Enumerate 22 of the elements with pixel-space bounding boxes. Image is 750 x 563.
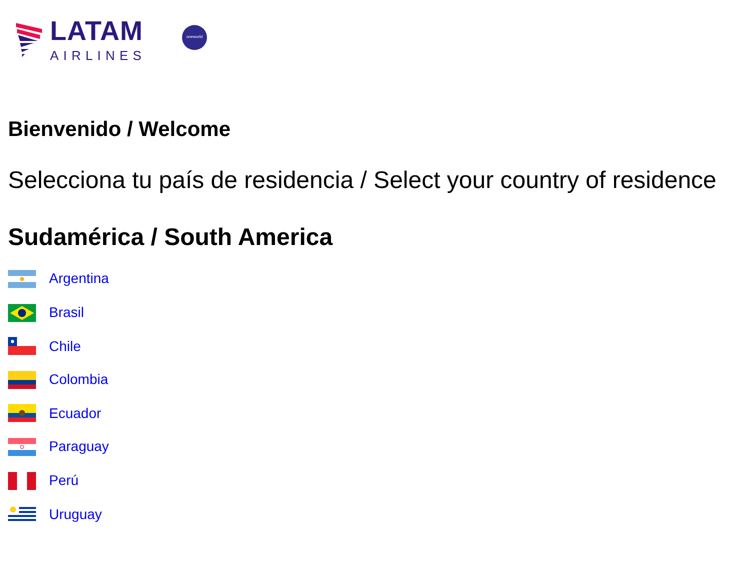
flag-icon (8, 438, 36, 456)
logo-icon (16, 23, 42, 57)
instruction-text: Selecciona tu país de residencia / Select your country of residence (8, 166, 718, 196)
flag-icon (8, 472, 36, 490)
flag-icon (8, 337, 36, 356)
country-link[interactable]: Ecuador (49, 402, 102, 424)
country-link[interactable]: Perú (49, 470, 79, 492)
country-link[interactable]: Chile (49, 336, 81, 357)
country-link[interactable]: Brasil (49, 302, 84, 324)
country-link[interactable]: Colombia (49, 369, 108, 390)
welcome-heading: Bienvenido / Welcome (8, 117, 232, 142)
flag-icon (8, 304, 36, 322)
region-heading: Sudamérica / South America (8, 224, 334, 253)
flag-icon (8, 370, 36, 389)
flag-icon (8, 404, 36, 422)
country-link[interactable]: Argentina (49, 268, 109, 290)
country-link[interactable]: Paraguay (49, 436, 109, 458)
flag-icon (8, 505, 36, 524)
logo-name: LATAM (50, 18, 144, 45)
country-link[interactable]: Uruguay (49, 504, 102, 525)
flag-icon (8, 270, 36, 288)
logo-subtitle: AIRLINES (50, 49, 146, 62)
